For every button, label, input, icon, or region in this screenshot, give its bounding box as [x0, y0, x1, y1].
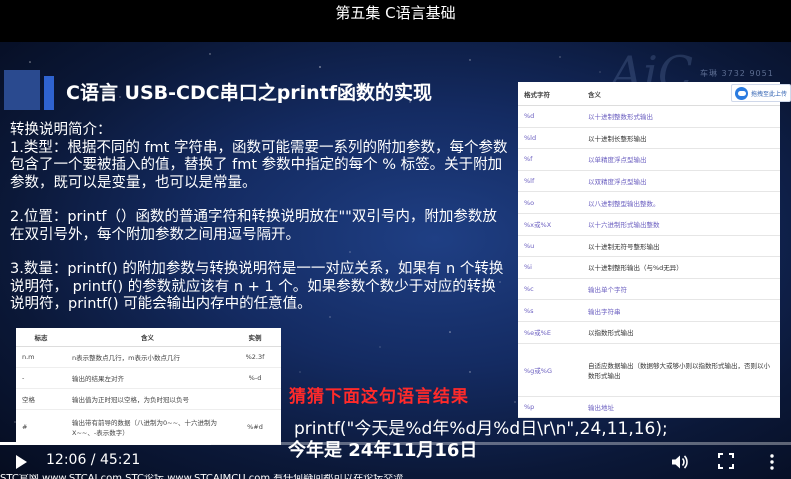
- flag-example: %2.3f: [229, 346, 281, 368]
- slide-paragraph: 3.数量：printf() 的附加参数与转换说明符是一一对应关系，如果有 n 个…: [10, 261, 504, 312]
- table-header: 标志: [16, 328, 66, 347]
- format-meaning: 以双精度浮点型输出: [582, 170, 780, 193]
- volume-icon[interactable]: [670, 453, 688, 471]
- flag-cell: n.m: [16, 346, 66, 368]
- table-row: %e或%E 以指数形式输出: [518, 321, 780, 344]
- format-meaning: 以指数形式输出: [582, 321, 780, 344]
- slide-paragraph: 1.类型：根据不同的 fmt 字符串，函数可能需要一系列的附加参数，每个参数包含…: [10, 139, 508, 191]
- time-separator: /: [86, 452, 100, 468]
- flag-example: %-d: [229, 367, 281, 389]
- table-header-row: 标志 含义 实例: [16, 328, 281, 347]
- table-header: 格式字符: [518, 82, 582, 106]
- format-specifier-table: 格式字符 含义 %d 以十进制整数形式输出 %ld 以十进制长整形输出 %f 以单精度…: [518, 82, 780, 419]
- format-meaning: 自适应数据输出（数据够大或够小则以指数形式输出，否则以小数形式输出: [582, 343, 780, 397]
- flag-table: 标志 含义 实例 n.m n表示整数点几行，m表示小数点几行 %2.3f - 输出的结…: [16, 328, 281, 445]
- table-row: # 输出带有前导的数据（八进制为0~~、十六进制为X~~、-表示数字） %#d: [16, 409, 281, 445]
- flag-cell: #: [16, 409, 66, 445]
- format-code: %c: [518, 278, 582, 301]
- format-code: %ld: [518, 127, 582, 150]
- format-meaning: 以十进制整形输出（与%d无异）: [582, 256, 780, 279]
- format-code: %f: [518, 148, 582, 171]
- format-meaning: 以单精度浮点型输出: [582, 148, 780, 171]
- format-meaning: 输出字符串: [582, 299, 780, 322]
- format-code: %lf: [518, 170, 582, 193]
- slide-paragraph: 转换说明简介：: [10, 122, 112, 138]
- top-bar: 第五集 C语言基础: [0, 0, 791, 42]
- format-code: %o: [518, 191, 582, 214]
- table-row: %s 输出字符串: [518, 299, 780, 322]
- slide-body: 转换说明简介： 1.类型：根据不同的 fmt 字符串，函数可能需要一系列的附加参…: [10, 122, 510, 314]
- format-code: %i: [518, 256, 582, 279]
- format-meaning: 以十进制整数形式输出: [582, 105, 780, 128]
- play-icon[interactable]: [16, 455, 27, 469]
- table-row: %o 以八进制整型输出整数。: [518, 191, 780, 214]
- title-accent-block: [4, 70, 40, 110]
- table-row: %f 以单精度浮点型输出: [518, 148, 780, 171]
- flag-meaning: 输出的结果左对齐: [66, 367, 229, 389]
- format-code: %d: [518, 105, 582, 128]
- format-meaning: 输出单个字符: [582, 278, 780, 301]
- format-code: %e或%E: [518, 321, 582, 344]
- table-row: %d 以十进制整数形式输出: [518, 105, 780, 128]
- flag-cell: 空格: [16, 388, 66, 410]
- format-code: %s: [518, 299, 582, 322]
- slide-paragraph: 2.位置：printf（）函数的普通字符和转换说明放在""双引号内，附加参数放在…: [10, 209, 497, 243]
- format-meaning: 以十进制无符号整形输出: [582, 235, 780, 258]
- format-code: %u: [518, 235, 582, 258]
- table-row: %ld 以十进制长整形输出: [518, 127, 780, 150]
- flag-example: %#d: [229, 409, 281, 445]
- table-row: 空格 输出值为正时冠以空格，为负时冠以负号: [16, 388, 281, 410]
- table-row: %i 以十进制整形输出（与%d无异）: [518, 256, 780, 279]
- table-row: %lf 以双精度浮点型输出: [518, 170, 780, 193]
- table-header: 实例: [229, 328, 281, 347]
- format-meaning: 以十六进制形式输出整数: [582, 213, 780, 236]
- table-row: %c 输出单个字符: [518, 278, 780, 301]
- table-row: n.m n表示整数点几行，m表示小数点几行 %2.3f: [16, 346, 281, 368]
- table-header: 含义: [66, 328, 229, 347]
- table-row: - 输出的结果左对齐 %-d: [16, 367, 281, 389]
- page-title: 第五集 C语言基础: [335, 4, 456, 22]
- fullscreen-icon[interactable]: [718, 453, 734, 469]
- flag-meaning: 输出带有前导的数据（八进制为0~~、十六进制为X~~、-表示数字）: [66, 409, 229, 445]
- watermark-number: 车琳 3732 9051: [700, 69, 774, 78]
- video-player[interactable]: AiC 车琳 3732 9051 C语言 USB-CDC串口之printf函数的…: [0, 42, 791, 479]
- time-display: 12:06 / 45:21: [46, 452, 140, 468]
- bottom-caption-strip: STC官网 www.STCAI.com STC论坛 www.STCAIMCU.c…: [0, 474, 791, 479]
- table-row: %x或%X 以十六进制形式输出整数: [518, 213, 780, 236]
- flag-example: [229, 388, 281, 410]
- slide-title: C语言 USB-CDC串口之printf函数的实现: [66, 82, 433, 104]
- flag-meaning: n表示整数点几行，m表示小数点几行: [66, 346, 229, 368]
- table-row: %u 以十进制无符号整形输出: [518, 235, 780, 258]
- flag-cell: -: [16, 367, 66, 389]
- format-code: %x或%X: [518, 213, 582, 236]
- format-code: %g或%G: [518, 343, 582, 397]
- duration: 45:21: [99, 452, 141, 468]
- upload-label: 拖拽至此上传: [751, 90, 788, 98]
- upload-button[interactable]: 拖拽至此上传: [731, 84, 791, 102]
- table-row: %g或%G 自适应数据输出（数据够大或够小则以指数形式输出，否则以小数形式输出: [518, 343, 780, 397]
- current-time: 12:06: [46, 452, 87, 468]
- title-accent-bar: [44, 76, 54, 110]
- format-meaning: 以八进制整型输出整数。: [582, 191, 780, 214]
- more-icon[interactable]: [768, 453, 776, 471]
- format-meaning: 以十进制长整形输出: [582, 127, 780, 150]
- cloud-upload-icon: [735, 86, 748, 100]
- flag-meaning: 输出值为正时冠以空格，为负时冠以负号: [66, 388, 229, 410]
- quiz-question: 猜猜下面这句语言结果: [289, 387, 469, 407]
